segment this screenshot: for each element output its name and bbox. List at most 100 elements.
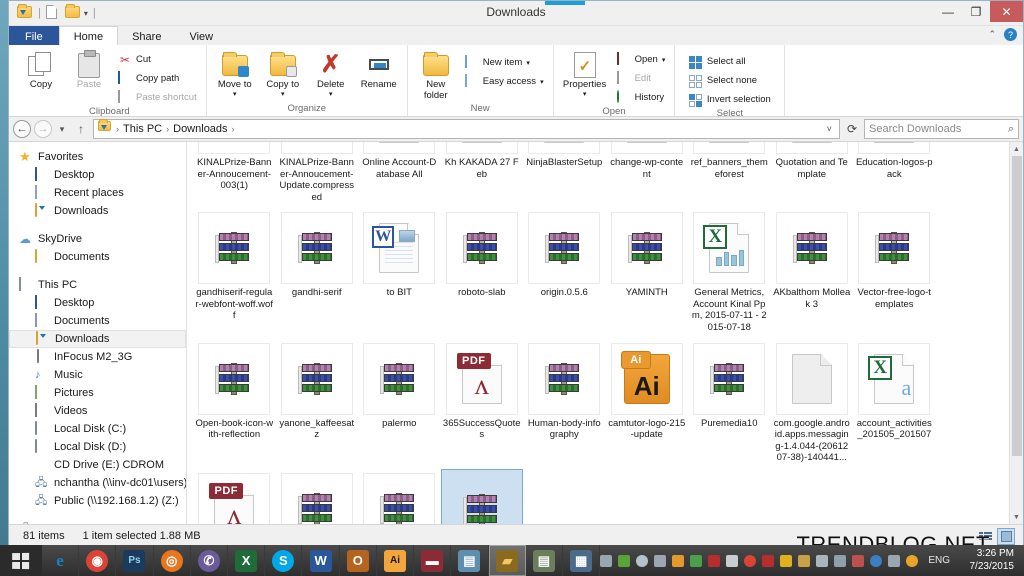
file-tile[interactable]: Online Account-Database All bbox=[358, 142, 441, 206]
search-input[interactable]: Search Downloads ⌕ bbox=[864, 119, 1019, 139]
sidebar-item-downloads[interactable]: Downloads bbox=[9, 330, 186, 348]
sidebar-item-skydrive-documents[interactable]: Documents bbox=[9, 248, 186, 266]
help-icon[interactable]: ? bbox=[1004, 28, 1017, 41]
sidebar-item-infocus-m2-3g[interactable]: InFocus M2_3G bbox=[9, 348, 186, 366]
start-button[interactable] bbox=[0, 545, 42, 576]
taskbar-button-file-explorer[interactable]: ▰ bbox=[488, 545, 526, 576]
globe-tray-icon[interactable] bbox=[636, 554, 649, 567]
adobe-tray-icon[interactable] bbox=[708, 554, 721, 567]
sidebar-item-fav-desktop[interactable]: Desktop bbox=[9, 166, 186, 184]
forward-arrow-icon[interactable]: → bbox=[34, 120, 52, 138]
file-tile[interactable]: NinjaBlasterSetup bbox=[523, 142, 606, 206]
file-tile[interactable]: gandhi-serif bbox=[276, 208, 359, 336]
tab-home[interactable]: Home bbox=[58, 26, 119, 45]
copy-path-button[interactable]: Copy path bbox=[115, 70, 200, 87]
ribbon-tab-strip[interactable]: File Home Share View ⌃ ? bbox=[9, 26, 1023, 45]
file-tile[interactable]: Xa account_activities_201505_201507 bbox=[853, 339, 936, 467]
nav-header-skydrive[interactable]: ☁ SkyDrive bbox=[9, 230, 186, 248]
rename-button[interactable]: Rename bbox=[357, 48, 401, 91]
file-tile[interactable]: palermo bbox=[358, 339, 441, 467]
new-item-button[interactable]: New item ▾ bbox=[462, 54, 547, 71]
sidebar-item-desktop[interactable]: Desktop bbox=[9, 294, 186, 312]
file-tile[interactable]: Human-body-infography bbox=[523, 339, 606, 467]
nav-header-favorites[interactable]: ★ Favorites bbox=[9, 148, 186, 166]
sidebar-item-pictures[interactable]: Pictures bbox=[9, 384, 186, 402]
taskbar-button-microsoft-excel[interactable]: X bbox=[228, 545, 266, 576]
file-tile[interactable]: Puremedia10 bbox=[688, 339, 771, 467]
document-icon[interactable] bbox=[45, 5, 62, 21]
new-folder-button[interactable]: New folder bbox=[414, 48, 458, 102]
file-tile[interactable]: PDFᴧNCERT-Hindi-Class-12-Mathematics-Par… bbox=[193, 469, 276, 524]
sun-tray-icon[interactable] bbox=[906, 554, 919, 567]
move-to-button[interactable]: Move to ▾ bbox=[213, 48, 257, 99]
sidebar-item-recent-places[interactable]: Recent places bbox=[9, 184, 186, 202]
taskbar-button-adobe-photoshop[interactable]: Ps bbox=[116, 545, 154, 576]
nav-header-this-pc[interactable]: This PC bbox=[9, 276, 186, 294]
taskbar-button-dictionary[interactable]: ▬ bbox=[414, 545, 452, 576]
utilities-tray-icon[interactable] bbox=[798, 554, 811, 567]
file-tile[interactable]: Education-logos-pack bbox=[853, 142, 936, 206]
file-tile[interactable]: KINALPrize-Banner-Annoucement-003(1) bbox=[193, 142, 276, 206]
breadcrumb-folder-icon[interactable] bbox=[98, 119, 112, 137]
taskbar-button-book-reader[interactable]: ▦ bbox=[563, 545, 601, 576]
copy-button[interactable]: Copy bbox=[19, 48, 63, 91]
clock[interactable]: 3:26 PM 7/23/2015 bbox=[960, 548, 1018, 573]
delete-button[interactable]: ✗ Delete ▾ bbox=[309, 48, 353, 99]
file-tile[interactable]: Ai Ai camtutor-logo-215-update bbox=[606, 339, 689, 467]
file-tile[interactable]: Kh KAKADA 27 Feb bbox=[441, 142, 524, 206]
display-tray-icon[interactable] bbox=[834, 554, 847, 567]
sidebar-item-videos[interactable]: Videos bbox=[9, 402, 186, 420]
up-arrow-icon[interactable]: ↑ bbox=[72, 120, 90, 138]
taskbar-button-internet-explorer[interactable]: e bbox=[42, 545, 80, 576]
warning-tray-icon[interactable] bbox=[780, 554, 793, 567]
file-tile[interactable]: KINALPrize-Banner-Annoucement-Update.com… bbox=[276, 142, 359, 206]
easy-access-button[interactable]: Easy access ▾ bbox=[462, 73, 547, 90]
properties-caret[interactable]: ▾ bbox=[583, 91, 587, 99]
search-icon[interactable]: ⌕ bbox=[1008, 123, 1014, 136]
error-tray-icon[interactable] bbox=[762, 554, 775, 567]
properties-button[interactable]: Properties ▾ bbox=[560, 48, 610, 99]
taskbar-button-photo-viewer[interactable]: ▤ bbox=[451, 545, 489, 576]
sidebar-item-cd-drive-e[interactable]: CD Drive (E:) CDROM bbox=[9, 456, 186, 474]
file-tile[interactable]: Wto BIT bbox=[358, 208, 441, 336]
edit-button[interactable]: Edit bbox=[614, 70, 669, 87]
chevron-down-icon[interactable]: ▾ bbox=[84, 9, 88, 18]
chrome-tray-icon[interactable] bbox=[744, 554, 757, 567]
refresh-icon[interactable]: ⟳ bbox=[843, 122, 861, 136]
file-list-pane[interactable]: KINALPrize-Banner-Annoucement-003(1) KIN… bbox=[187, 142, 1023, 524]
tab-file[interactable]: File bbox=[9, 26, 59, 45]
list-tray-icon[interactable] bbox=[654, 554, 667, 567]
breadcrumb-item-this-pc[interactable]: This PC bbox=[123, 123, 162, 135]
taskbar-button-notepad-stack[interactable]: ▤ bbox=[526, 545, 564, 576]
file-tile[interactable]: gandhiserif-regular-webfont-woff.woff bbox=[193, 208, 276, 336]
paste-button[interactable]: Paste bbox=[67, 48, 111, 91]
scroll-up-arrow-icon[interactable]: ▲ bbox=[1010, 142, 1023, 156]
window-controls[interactable]: — ❐ ✕ bbox=[934, 1, 1023, 22]
copy-to-caret[interactable]: ▾ bbox=[281, 91, 285, 99]
breadcrumb[interactable]: › This PC › Downloads › ˅ bbox=[93, 119, 840, 139]
open-caret[interactable]: ▾ bbox=[662, 56, 666, 64]
address-dropdown-icon[interactable]: ˅ bbox=[827, 124, 835, 134]
file-tile[interactable]: X General Metrics, Account Kinal Ppm, 201… bbox=[688, 208, 771, 336]
sidebar-item-nchantha-u[interactable]: 🖧 nchantha (\\inv-dc01\users) (U:) bbox=[9, 474, 186, 492]
select-none-button[interactable]: Select none bbox=[686, 72, 774, 89]
recent-locations-caret[interactable]: ▾ bbox=[55, 120, 69, 138]
sidebar-item-music[interactable]: ♪ Music bbox=[9, 366, 186, 384]
quick-access-toolbar[interactable]: | ▾ | bbox=[9, 1, 98, 22]
monitor-tray-icon[interactable] bbox=[888, 554, 901, 567]
phone-tray-icon[interactable] bbox=[600, 554, 613, 567]
file-tile[interactable]: Quotation and Template bbox=[771, 142, 854, 206]
sidebar-item-documents[interactable]: Documents bbox=[9, 312, 186, 330]
orange-app-tray-icon[interactable] bbox=[672, 554, 685, 567]
paste-shortcut-button[interactable]: Paste shortcut bbox=[115, 89, 200, 106]
file-tile[interactable]: roboto-slab bbox=[441, 208, 524, 336]
sidebar-item-public-z[interactable]: 🖧 Public (\\192.168.1.2) (Z:) bbox=[9, 492, 186, 510]
cut-button[interactable]: ✂ Cut bbox=[115, 51, 200, 68]
file-tile[interactable]: Android-Vector-Logo bbox=[276, 469, 359, 524]
sidebar-item-local-disk-d[interactable]: Local Disk (D:) bbox=[9, 438, 186, 456]
sidebar-item-fav-downloads[interactable]: Downloads bbox=[9, 202, 186, 220]
volume-tray-icon[interactable] bbox=[852, 554, 865, 567]
title-bar[interactable]: | ▾ | Downloads — ❐ ✕ bbox=[9, 1, 1023, 26]
file-tile-selected[interactable]: Circle Menu apkfiles.com bbox=[440, 468, 523, 524]
file-tile[interactable]: AKbalthom Molleak 3 bbox=[771, 208, 854, 336]
